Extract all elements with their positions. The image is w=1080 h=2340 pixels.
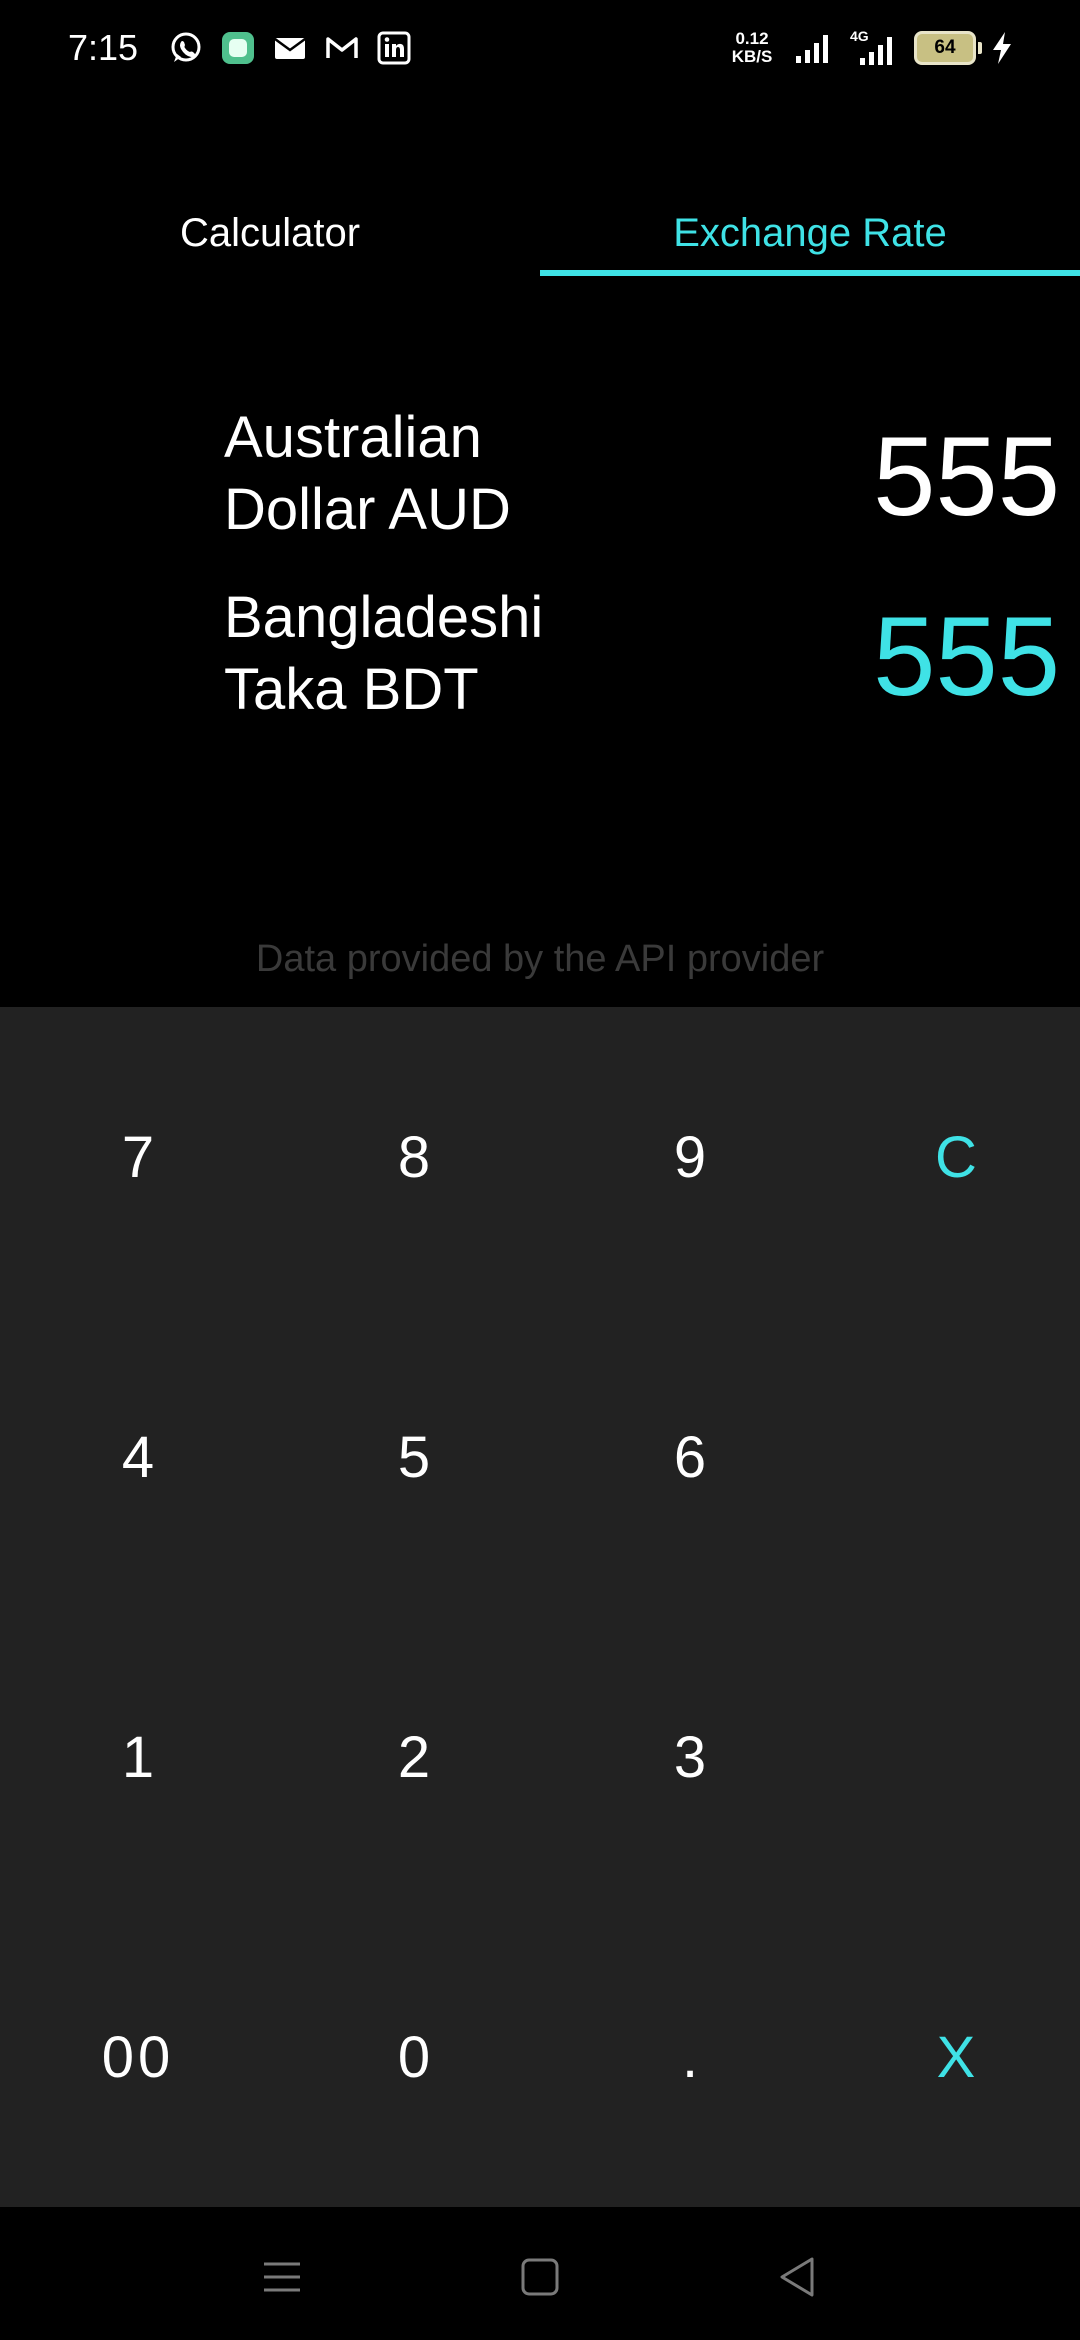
net-speed: 0.12 KB/S (726, 30, 778, 66)
email-icon (274, 37, 306, 59)
to-currency-name-line2: Taka BDT (224, 657, 479, 722)
to-currency-name-line1: Bangladeshi (224, 585, 544, 650)
navigation-bar (0, 2207, 1080, 2340)
key-5[interactable]: 5 (276, 1307, 552, 1607)
status-indicators: 0.12 KB/S 4G 64 (726, 26, 1014, 70)
tab-bar: Calculator Exchange Rate (0, 190, 1080, 276)
key-0[interactable]: 0 (276, 1907, 552, 2207)
net-speed-value: 0.12 (735, 29, 769, 48)
key-2[interactable]: 2 (276, 1607, 552, 1907)
status-bar: 7:15 0.12 KB/S 4G 64 (0, 0, 1080, 96)
backspace-button[interactable]: X (818, 1907, 1080, 2207)
gmail-icon (326, 37, 358, 58)
currency-row-to: Bangladeshi Taka BDT 555 (0, 582, 1080, 732)
clear-button[interactable]: C (818, 1007, 1080, 1307)
tab-calculator[interactable]: Calculator (0, 190, 540, 276)
to-currency-selector[interactable]: Bangladeshi Taka BDT (224, 582, 644, 726)
battery-icon: 64 (914, 31, 982, 65)
status-time: 7:15 (68, 27, 139, 68)
signal-icon (796, 35, 828, 63)
tab-active-indicator (540, 270, 1080, 276)
net-speed-unit: KB/S (731, 47, 773, 66)
to-amount: 555 (873, 594, 1060, 719)
whatsapp-icon (171, 32, 201, 62)
key-1[interactable]: 1 (0, 1607, 276, 1907)
key-6[interactable]: 6 (552, 1307, 828, 1607)
key-00[interactable]: 00 (0, 1907, 276, 2207)
linkedin-icon (377, 31, 411, 65)
from-currency-selector[interactable]: Australian Dollar AUD (224, 402, 644, 546)
key-3[interactable]: 3 (552, 1607, 828, 1907)
from-currency-name-line2: Dollar AUD (224, 477, 511, 542)
key-8[interactable]: 8 (276, 1007, 552, 1307)
key-decimal[interactable]: . (552, 1907, 828, 2207)
currency-row-from: Australian Dollar AUD 555 (0, 402, 1080, 552)
signal-4g-icon: 4G (850, 28, 900, 68)
menu-icon[interactable] (252, 2247, 312, 2307)
key-7[interactable]: 7 (0, 1007, 276, 1307)
notification-icons (168, 30, 412, 66)
keypad: 7 8 9 C 4 5 6 1 2 3 00 0 . X (0, 1007, 1080, 2207)
charging-icon (993, 32, 1011, 64)
tab-exchange-rate[interactable]: Exchange Rate (540, 190, 1080, 276)
home-icon[interactable] (510, 2247, 570, 2307)
key-4[interactable]: 4 (0, 1307, 276, 1607)
provider-note: Data provided by the API provider (255, 938, 825, 980)
from-amount[interactable]: 555 (873, 412, 1060, 542)
key-9[interactable]: 9 (552, 1007, 828, 1307)
app-icon (222, 32, 254, 64)
from-currency-name-line1: Australian (224, 405, 482, 470)
back-icon[interactable] (768, 2247, 828, 2307)
